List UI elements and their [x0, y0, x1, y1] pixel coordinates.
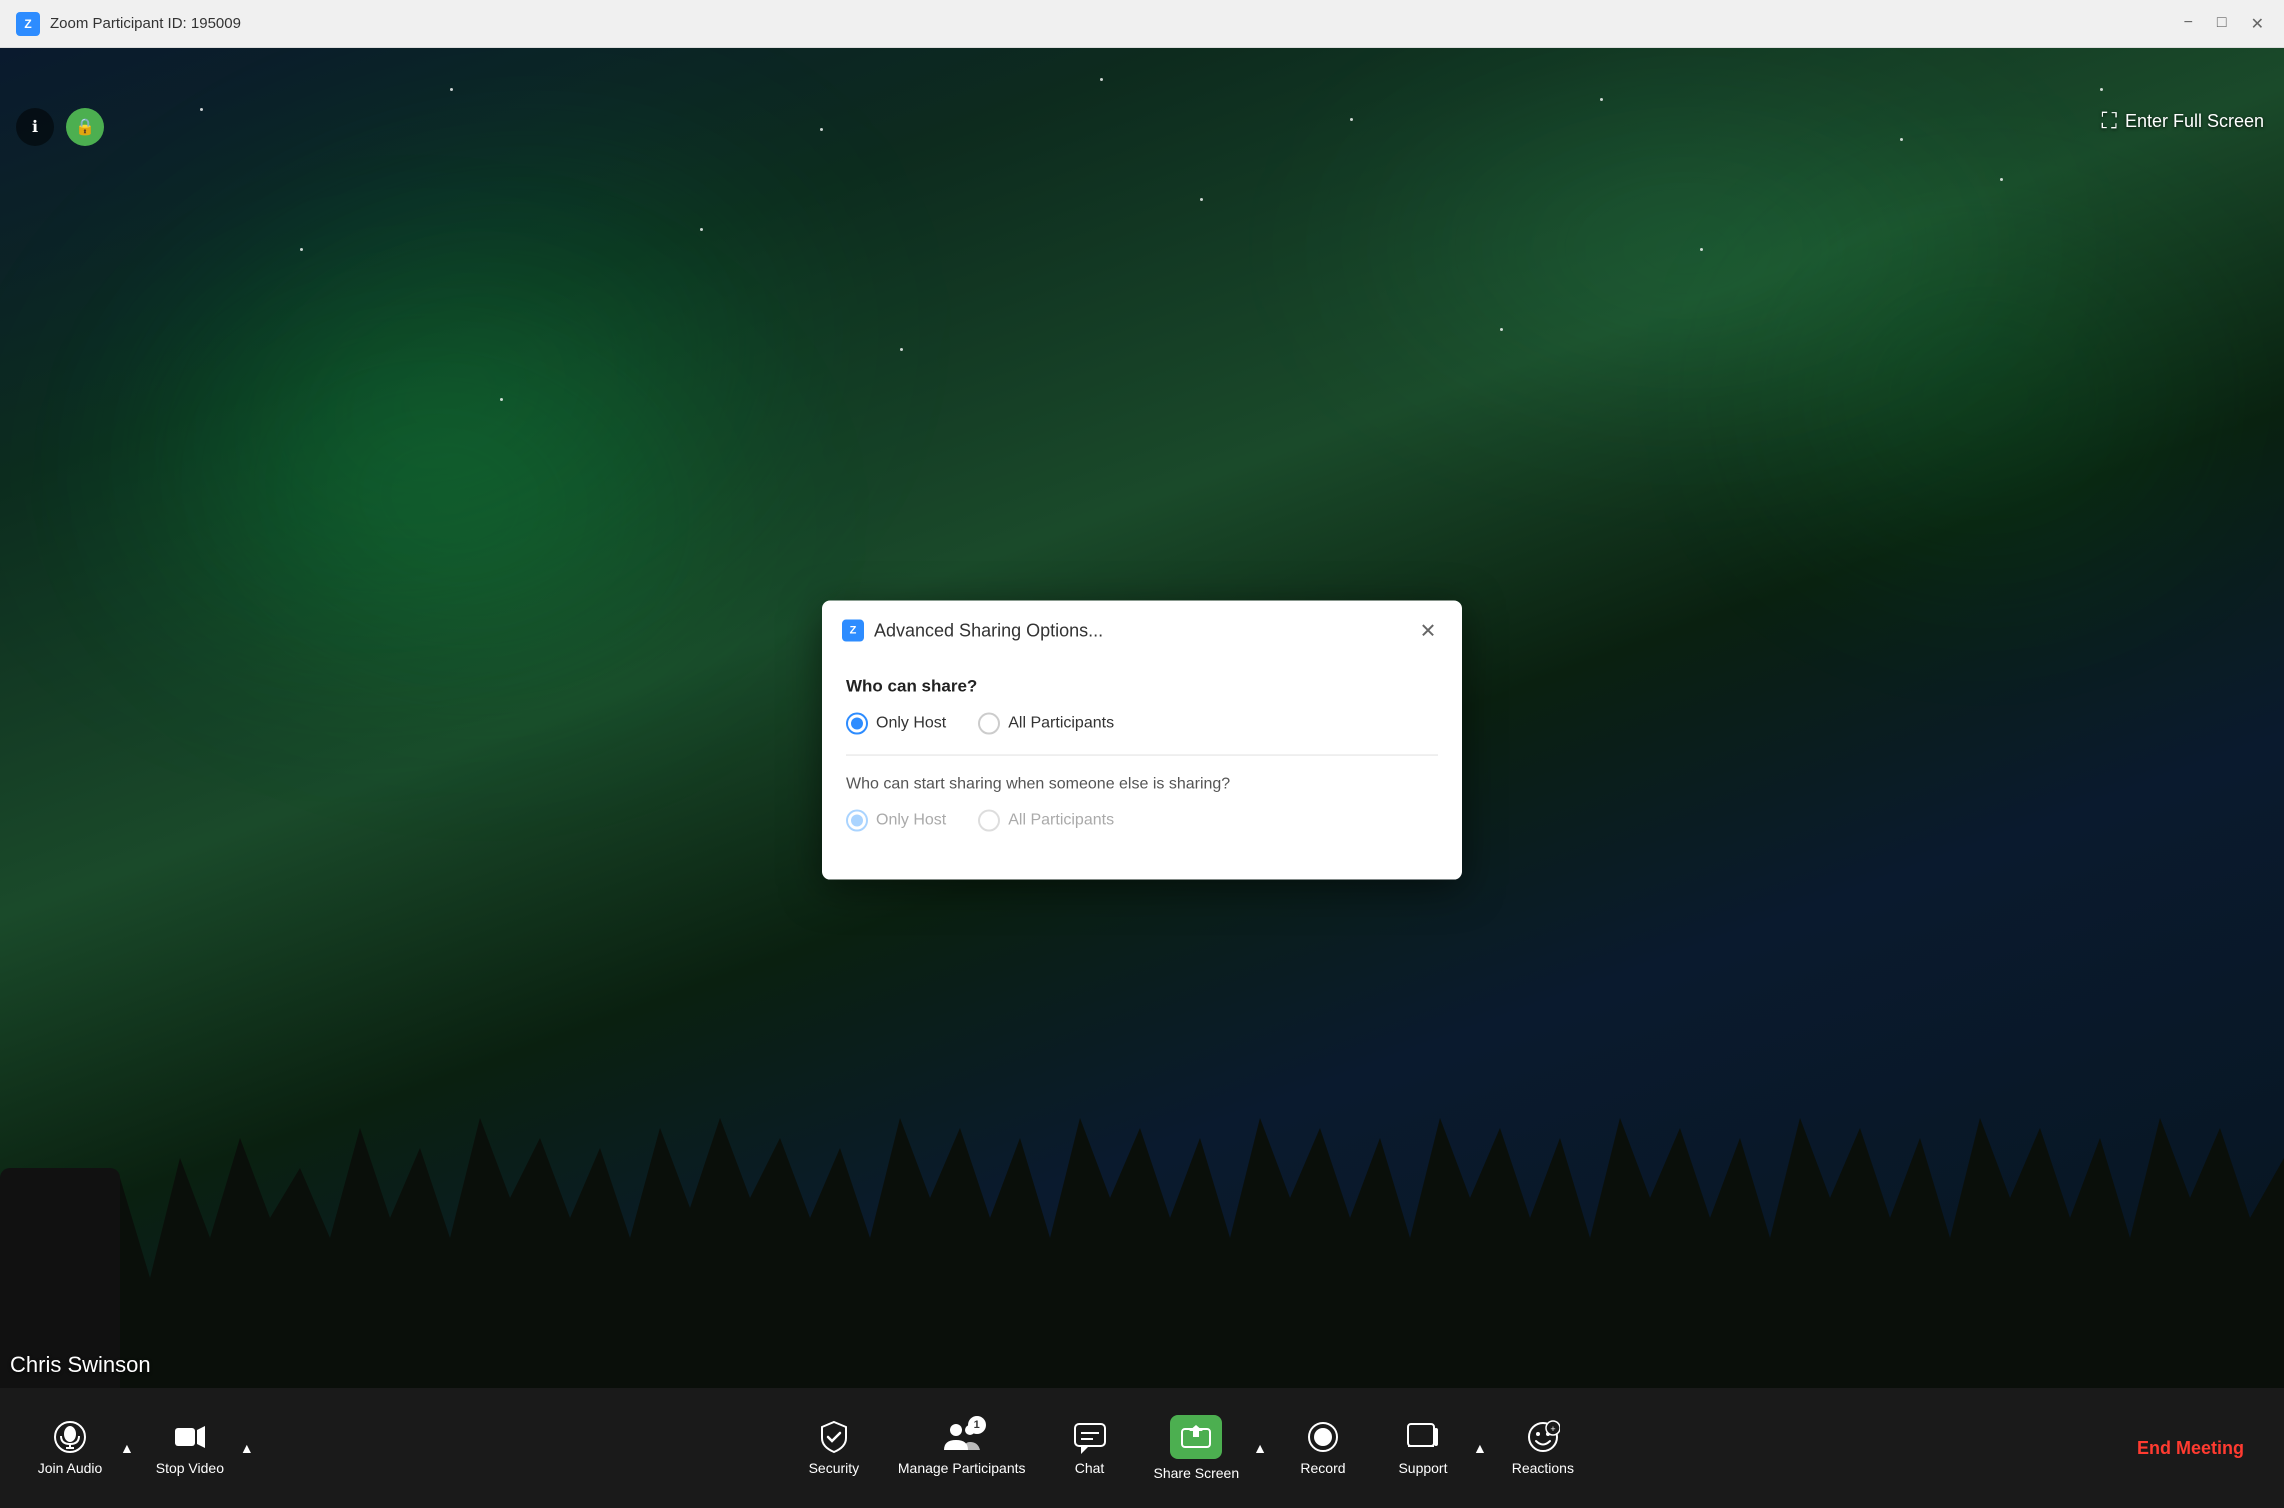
dialog-body: Who can share? Only Host All Participant… — [822, 657, 1462, 880]
who-can-share-label: Who can share? — [846, 677, 1438, 697]
minimize-button[interactable]: − — [2180, 10, 2197, 38]
share-screen-icon — [1170, 1415, 1222, 1459]
participant-name: Chris Swinson — [10, 1352, 151, 1378]
only-host-radio-2[interactable] — [846, 810, 868, 832]
svg-text:+: + — [1550, 1424, 1555, 1434]
chat-label: Chat — [1075, 1460, 1105, 1476]
fullscreen-label: Enter Full Screen — [2125, 111, 2264, 132]
who-can-start-options: Only Host All Participants — [846, 810, 1438, 832]
record-icon — [1306, 1420, 1340, 1454]
section-divider — [846, 755, 1438, 756]
all-participants-option-1[interactable]: All Participants — [978, 713, 1114, 735]
app-icon: Z — [16, 12, 40, 36]
dialog-header: Z Advanced Sharing Options... ✕ — [822, 601, 1462, 657]
support-label: Support — [1398, 1460, 1447, 1476]
stop-video-button[interactable]: Stop Video — [140, 1412, 240, 1484]
dialog-title-row: Z Advanced Sharing Options... — [842, 620, 1103, 642]
share-screen-label: Share Screen — [1154, 1465, 1240, 1481]
toolbar: Join Audio ▲ Stop Video ▲ Security — [0, 1388, 2284, 1508]
security-label: Security — [809, 1460, 860, 1476]
share-screen-button[interactable]: Share Screen — [1140, 1407, 1254, 1489]
only-host-option-2[interactable]: Only Host — [846, 810, 946, 832]
all-participants-radio-2[interactable] — [978, 810, 1000, 832]
dialog-title: Advanced Sharing Options... — [874, 620, 1103, 641]
support-chevron[interactable]: ▲ — [1467, 1436, 1493, 1460]
share-screen-group: Share Screen ▲ — [1140, 1407, 1273, 1489]
only-host-option-1[interactable]: Only Host — [846, 713, 946, 735]
all-participants-option-2[interactable]: All Participants — [978, 810, 1114, 832]
end-meeting-button[interactable]: End Meeting — [2117, 1428, 2264, 1469]
dialog-app-icon: Z — [842, 620, 864, 642]
security-icon — [818, 1420, 850, 1454]
window-title: Zoom Participant ID: 195009 — [50, 15, 2180, 32]
all-participants-label-2: All Participants — [1008, 812, 1114, 830]
manage-participants-button[interactable]: 1 Manage Participants — [884, 1412, 1040, 1484]
join-audio-button[interactable]: Join Audio — [20, 1412, 120, 1484]
stop-video-group: Stop Video ▲ — [140, 1412, 260, 1484]
chat-button[interactable]: Chat — [1040, 1412, 1140, 1484]
join-audio-chevron[interactable]: ▲ — [114, 1436, 140, 1460]
stop-video-icon — [173, 1420, 207, 1454]
who-can-start-label: Who can start sharing when someone else … — [846, 776, 1438, 794]
join-audio-label: Join Audio — [38, 1460, 103, 1476]
lock-icon[interactable]: 🔒 — [66, 108, 104, 146]
reactions-button[interactable]: + Reactions — [1493, 1412, 1593, 1484]
titlebar: Z Zoom Participant ID: 195009 − □ ✕ — [0, 0, 2284, 48]
support-button[interactable]: Support — [1373, 1412, 1473, 1484]
support-group: Support ▲ — [1373, 1412, 1493, 1484]
support-icon — [1406, 1420, 1440, 1454]
reactions-icon: + — [1526, 1420, 1560, 1454]
stop-video-label: Stop Video — [156, 1460, 224, 1476]
all-participants-label-1: All Participants — [1008, 715, 1114, 733]
only-host-label-2: Only Host — [876, 812, 946, 830]
top-left-icons: ℹ 🔒 — [16, 108, 104, 146]
manage-participants-icon: 1 — [942, 1420, 982, 1454]
manage-participants-label: Manage Participants — [898, 1460, 1026, 1476]
advanced-sharing-dialog: Z Advanced Sharing Options... ✕ Who can … — [822, 601, 1462, 880]
dialog-close-button[interactable]: ✕ — [1414, 617, 1442, 645]
close-button[interactable]: ✕ — [2247, 10, 2268, 38]
aurora-4 — [1684, 148, 2284, 648]
security-button[interactable]: Security — [784, 1412, 884, 1484]
participants-count: 1 — [968, 1416, 986, 1434]
only-host-radio-1[interactable] — [846, 713, 868, 735]
window-controls: − □ ✕ — [2180, 10, 2268, 38]
record-label: Record — [1300, 1460, 1345, 1476]
reactions-label: Reactions — [1512, 1460, 1574, 1476]
maximize-button[interactable]: □ — [2213, 10, 2231, 38]
chat-icon — [1073, 1420, 1107, 1454]
record-button[interactable]: Record — [1273, 1412, 1373, 1484]
stop-video-chevron[interactable]: ▲ — [234, 1436, 260, 1460]
only-host-label-1: Only Host — [876, 715, 946, 733]
join-audio-group: Join Audio ▲ — [20, 1412, 140, 1484]
who-can-share-options: Only Host All Participants — [846, 713, 1438, 735]
share-screen-chevron[interactable]: ▲ — [1247, 1436, 1273, 1460]
trees — [0, 1038, 2284, 1388]
info-icon[interactable]: ℹ — [16, 108, 54, 146]
all-participants-radio-1[interactable] — [978, 713, 1000, 735]
fullscreen-button[interactable]: ⛶ Enter Full Screen — [2102, 108, 2264, 134]
fullscreen-icon: ⛶ — [2102, 108, 2117, 134]
join-audio-icon — [53, 1420, 87, 1454]
